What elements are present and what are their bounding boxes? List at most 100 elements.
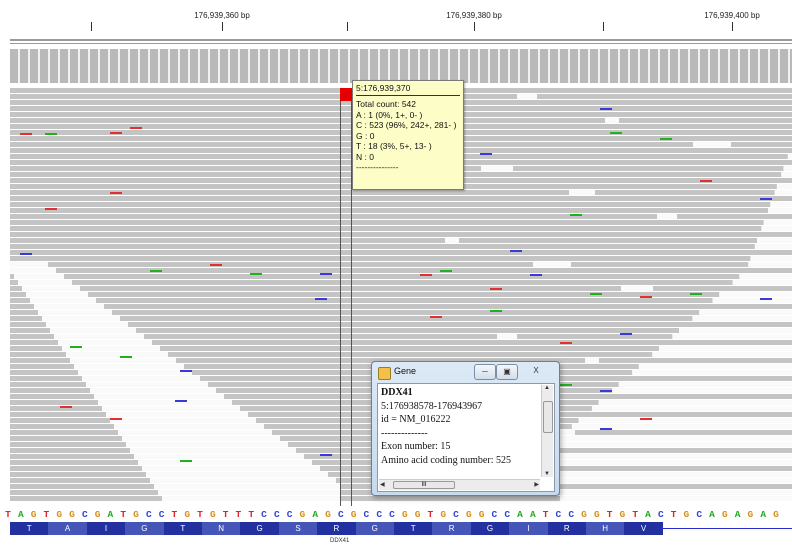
base-letter: T (542, 509, 549, 520)
mismatch-mark (320, 273, 332, 275)
base-letter: T (197, 509, 203, 520)
maximize-button[interactable]: ▣ (496, 364, 518, 380)
scroll-down-icon[interactable]: ▼ (544, 471, 550, 477)
amino-acid-cell: R (317, 522, 356, 535)
mismatch-mark (45, 208, 57, 210)
amino-acid-cell: A (48, 522, 87, 535)
base-letter: T (632, 509, 639, 520)
mismatch-mark (640, 418, 652, 420)
vertical-scrollbar[interactable]: ▲ ▼ (541, 385, 553, 477)
mismatch-mark (320, 454, 332, 456)
horizontal-scrollbar[interactable]: ◀ III ▶ (379, 479, 540, 490)
base-letter: C (555, 509, 562, 520)
gene-id: id = NM_016222 (381, 414, 451, 425)
base-letter: T (43, 509, 50, 520)
base-letter: G (209, 509, 216, 520)
base-letter: C (504, 509, 511, 520)
mismatch-mark (110, 418, 122, 420)
base-letter: C (273, 509, 280, 520)
gene-popup-window[interactable]: Gene ─ ▣ X DDX41 5:176938578-176943967 i… (371, 361, 560, 496)
base-letter: C (696, 509, 703, 520)
amino-acid-cell: R (432, 522, 471, 535)
ruler-tick (347, 22, 348, 31)
scrollbar-thumb[interactable] (543, 401, 553, 433)
base-letter: G (773, 509, 779, 520)
base-letter: G (94, 509, 101, 520)
tooltip-line: N : 0 (356, 151, 374, 162)
base-letter: G (133, 509, 139, 520)
mismatch-mark (430, 316, 442, 318)
base-letter: T (120, 509, 127, 520)
base-letter: C (376, 509, 383, 520)
tooltip-line: G : 0 (356, 130, 375, 141)
tooltip-divider (356, 95, 460, 96)
base-letter: G (465, 509, 472, 520)
scrollbar-thumb[interactable]: III (393, 481, 455, 489)
base-letter: G (69, 509, 75, 520)
mismatch-mark (600, 108, 612, 110)
amino-acid-coding-number: Amino acid coding number: 525 (381, 454, 511, 466)
mismatch-mark (70, 346, 82, 348)
base-letter: T (171, 509, 178, 520)
mismatch-mark (690, 293, 702, 295)
reference-sequence-track[interactable]: TAGTGGCGATGCCTGTGTTTCCCGAGCGCCCGGTGCGGCC… (5, 508, 792, 522)
coverage-tooltip: 5:176,939,370 Total count: 542 A : 1 (0%… (352, 80, 464, 190)
base-letter: C (286, 509, 293, 520)
coverage-track[interactable] (10, 49, 792, 83)
base-letter: G (184, 509, 191, 520)
mismatch-mark (760, 298, 772, 300)
amino-acid-cell: S (278, 522, 318, 535)
amino-acid-cell: H (586, 522, 625, 535)
base-letter: G (299, 509, 306, 520)
mismatch-mark (440, 270, 452, 272)
base-letter: G (30, 509, 37, 520)
mismatch-mark (610, 132, 622, 134)
mismatch-mark (510, 250, 522, 252)
mismatch-mark (315, 298, 327, 300)
mismatch-mark (20, 133, 32, 135)
amino-acid-cell: G (470, 522, 510, 535)
base-letter: G (683, 509, 690, 520)
ruler-tick (222, 22, 223, 31)
base-letter: T (427, 509, 434, 520)
tooltip-line: A : 1 (0%, 1+, 0- ) (356, 109, 423, 120)
mismatch-mark (600, 428, 612, 430)
base-letter: C (81, 509, 88, 520)
window-title: Gene (394, 366, 417, 376)
scroll-up-icon[interactable]: ▲ (544, 385, 550, 391)
base-letter: T (222, 509, 229, 520)
base-letter: C (453, 509, 459, 520)
mismatch-mark (620, 333, 632, 335)
mismatch-mark (590, 293, 602, 295)
gene-track-label: DDX41 (330, 538, 350, 544)
tooltip-line: --------------- (356, 162, 399, 172)
mismatch-mark (180, 370, 192, 372)
base-letter: A (734, 509, 741, 520)
gene-feature-line (660, 528, 792, 529)
base-letter: G (56, 509, 63, 520)
base-letter: C (337, 509, 344, 520)
mismatch-mark (490, 310, 502, 312)
base-letter: G (325, 509, 331, 520)
ruler-tick (603, 22, 604, 31)
exon-number: Exon number: 15 (381, 441, 451, 452)
mismatch-mark (700, 180, 712, 182)
minimize-button[interactable]: ─ (474, 364, 496, 380)
mismatch-mark (570, 214, 582, 216)
selected-position-marker[interactable] (340, 88, 352, 101)
mismatch-mark (130, 127, 142, 129)
tooltip-title: 5:176,939,370 (356, 83, 411, 93)
base-letter: G (581, 509, 587, 520)
mismatch-mark (530, 274, 542, 276)
scroll-right-icon[interactable]: ▶ (534, 481, 539, 488)
mismatch-mark (150, 270, 162, 272)
amino-acid-cell: G (240, 522, 279, 535)
scroll-left-icon[interactable]: ◀ (380, 481, 385, 488)
ruler-track[interactable]: 176,939,360 bp 176,939,380 bp 176,939,40… (0, 0, 792, 40)
close-button[interactable]: X (520, 364, 552, 378)
base-letter: C (261, 509, 267, 520)
base-letter: G (478, 509, 485, 520)
base-letter: T (606, 509, 613, 520)
mismatch-mark (640, 296, 652, 298)
base-letter: G (350, 509, 357, 520)
